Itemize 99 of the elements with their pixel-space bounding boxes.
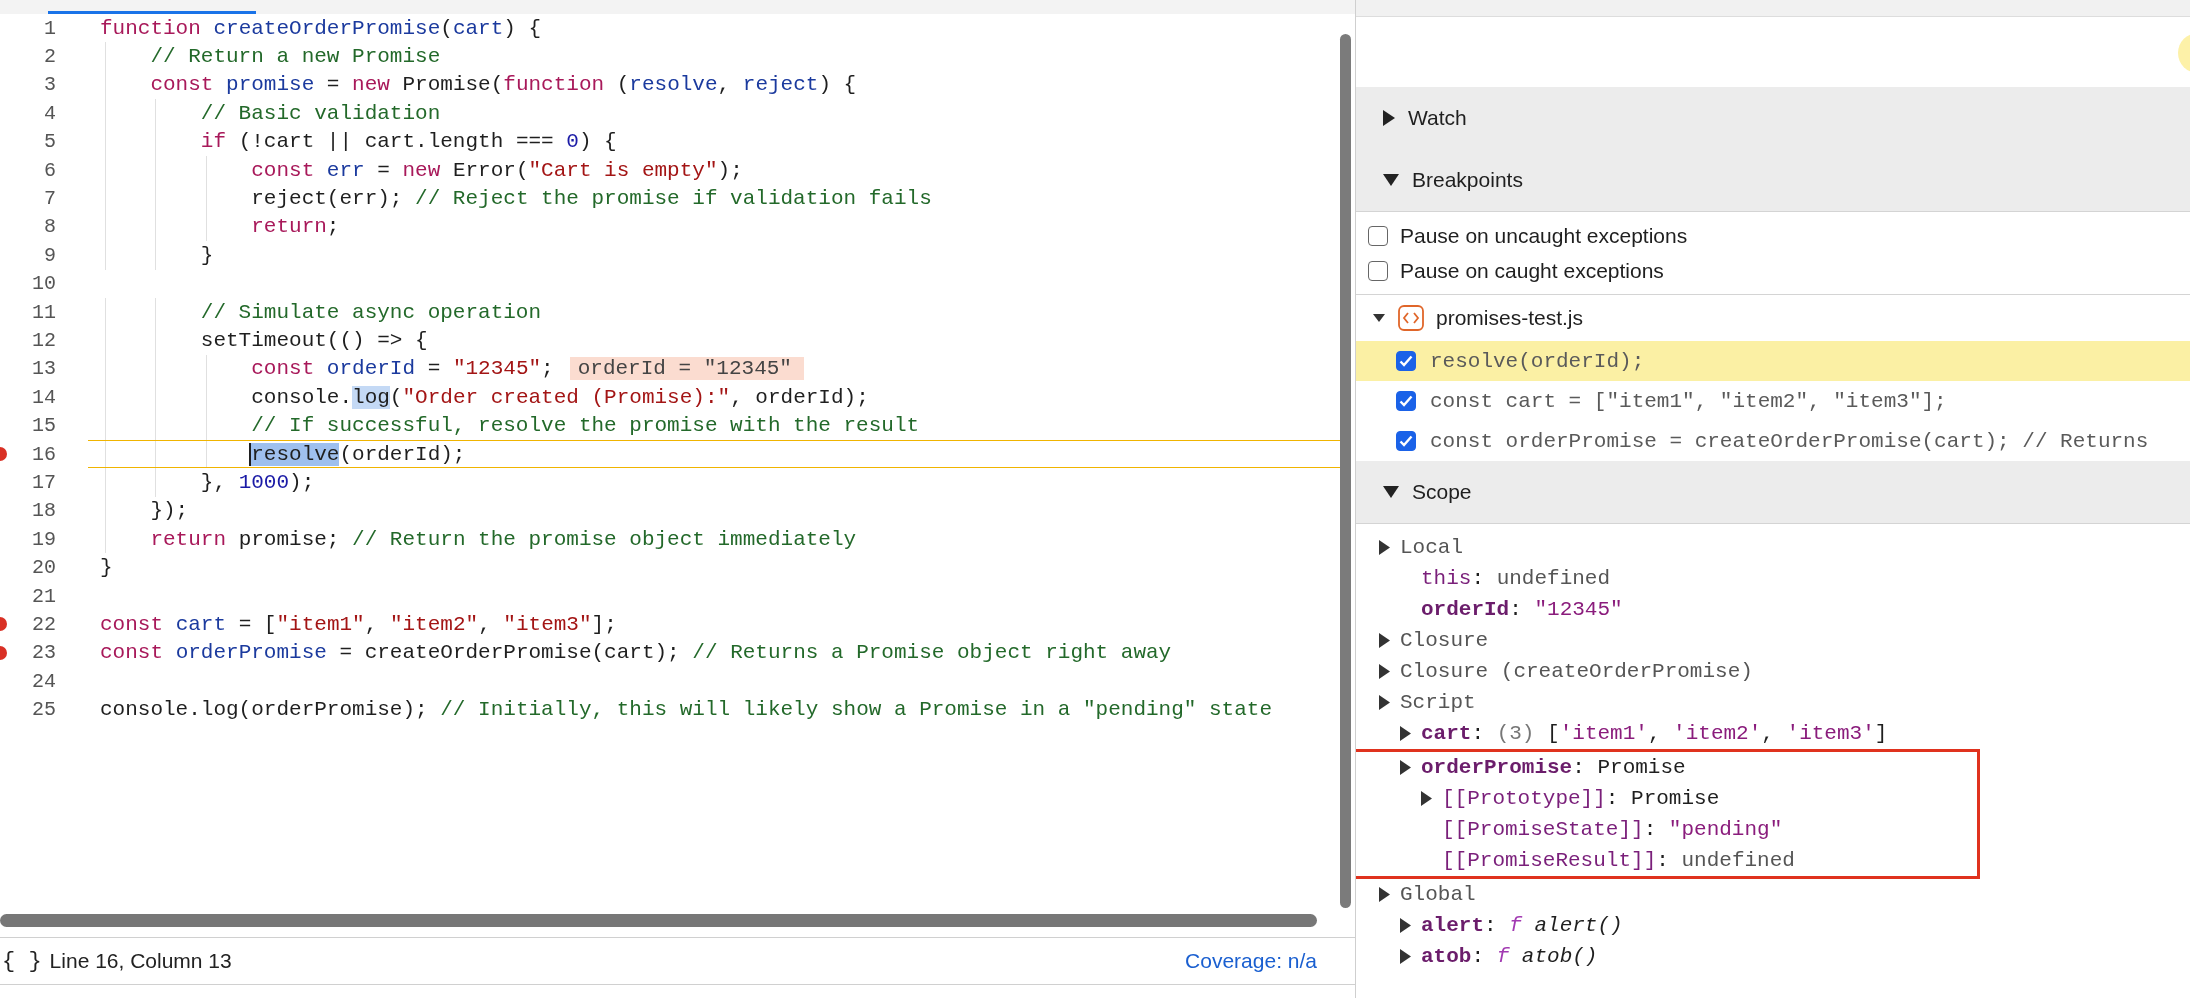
code-line: }	[199, 243, 214, 267]
line-number[interactable]: 20	[32, 556, 56, 580]
scope-entry[interactable]: orderPromise: Promise	[1421, 756, 1686, 779]
expand-triangle-icon[interactable]	[1378, 694, 1391, 711]
code-line: if (!cart || cart.length === 0) {	[199, 130, 617, 154]
script-file-icon	[1398, 305, 1424, 331]
file-name[interactable]: promises-test.js	[1436, 306, 1584, 330]
code-line: return;	[250, 215, 340, 239]
scope-entry[interactable]: orderId: "12345"	[1421, 598, 1623, 621]
coverage-link[interactable]: Coverage: n/a	[1185, 949, 1317, 973]
line-number[interactable]: 16	[32, 442, 56, 466]
code-line: const promise = new Promise(function (resolve, reject) {	[149, 73, 857, 97]
code-line: console.log(orderPromise); // Initially, this will likely show a Promise in a "pending" state	[100, 698, 1272, 722]
checkbox-label[interactable]: Pause on caught exceptions	[1400, 258, 1664, 283]
section-header[interactable]: Breakpoints	[1356, 149, 2190, 212]
collapse-triangle-icon[interactable]	[1372, 313, 1386, 323]
line-number[interactable]: 18	[32, 499, 56, 523]
code-line: }, 1000);	[199, 470, 315, 494]
code-line: // If successful, resolve the promise with the result	[250, 414, 920, 438]
code-line: return promise; // Return the promise object immediately	[149, 527, 857, 551]
inline-value: orderId = "12345"	[569, 357, 804, 381]
section-header[interactable]: Watch	[1356, 87, 2190, 149]
code-line: // Basic validation	[199, 101, 441, 125]
code-line: // Return a new Promise	[149, 45, 441, 69]
line-number[interactable]: 9	[44, 243, 56, 267]
checkbox-label[interactable]: Pause on uncaught exceptions	[1400, 223, 1688, 248]
expand-triangle-icon[interactable]	[1378, 632, 1391, 649]
breakpoint-code: const cart = ["item1", "item2", "item3"];	[1430, 389, 1947, 413]
expand-triangle-icon[interactable]	[1399, 917, 1412, 934]
expand-triangle-icon[interactable]	[1399, 759, 1412, 776]
code-line: const err = new Error("Cart is empty");	[250, 158, 743, 182]
line-number[interactable]: 12	[32, 329, 56, 352]
line-number[interactable]: 14	[32, 385, 56, 409]
line-number[interactable]: 3	[44, 73, 56, 97]
expand-triangle-icon[interactable]	[1378, 663, 1391, 680]
line-number[interactable]: 22	[32, 612, 56, 636]
code-line: const orderPromise = createOrderPromise(cart); // Returns a Promise object right away	[100, 641, 1172, 665]
code-line: console.log("Order created (Promise):", orderId);	[250, 385, 869, 409]
scope-entry[interactable]: [[PromiseResult]]: undefined	[1442, 849, 1795, 872]
scope-entry[interactable]: Closure (createOrderPromise)	[1400, 660, 1753, 683]
section-title: Scope	[1412, 480, 1472, 504]
scope-entry[interactable]: Closure	[1400, 629, 1489, 652]
scope-entry[interactable]: alert: f alert()	[1421, 914, 1623, 937]
line-number[interactable]: 6	[44, 158, 56, 182]
expand-triangle-icon[interactable]	[1378, 539, 1391, 556]
line-number[interactable]: 24	[32, 669, 56, 693]
line-number[interactable]: 1	[44, 16, 56, 40]
breakpoint-code: const orderPromise = createOrderPromise(cart); // Returns	[1430, 429, 2149, 453]
line-number[interactable]: 7	[44, 187, 56, 211]
scope-entry[interactable]: atob: f atob()	[1421, 945, 1598, 968]
code-line: resolve(orderId);	[250, 442, 466, 466]
expand-triangle-icon[interactable]	[1399, 948, 1412, 965]
vertical-scrollbar[interactable]	[1340, 34, 1351, 908]
line-number[interactable]: 2	[44, 45, 56, 69]
code-line: reject(err); // Reject the promise if validation fails	[250, 187, 932, 211]
code-line: }	[100, 556, 113, 580]
scope-entry[interactable]: Script	[1400, 691, 1476, 714]
checkbox[interactable]	[1396, 351, 1416, 371]
line-number[interactable]: 15	[32, 414, 56, 438]
horizontal-scrollbar[interactable]	[0, 914, 1317, 927]
code-line: const cart = ["item1", "item2", "item3"];	[100, 612, 617, 636]
expand-triangle-icon[interactable]	[1399, 725, 1412, 742]
expand-triangle-icon[interactable]	[1420, 790, 1433, 807]
line-number[interactable]: 19	[32, 527, 56, 551]
code-line: setTimeout(() => {	[199, 329, 428, 352]
line-number[interactable]: 10	[32, 272, 56, 296]
section-header[interactable]: Scope	[1356, 461, 2190, 524]
scope-entry[interactable]: cart: (3) ['item1', 'item2', 'item3']	[1421, 722, 1888, 745]
breakpoint-code: resolve(orderId);	[1430, 349, 1645, 373]
scope-entry[interactable]: Local	[1400, 536, 1463, 559]
breakpoint-item[interactable]: resolve(orderId);	[1356, 341, 2190, 381]
checkbox[interactable]	[1396, 431, 1416, 451]
breakpoint-item[interactable]: const cart = ["item1", "item2", "item3"];	[1356, 381, 2190, 421]
checkbox[interactable]	[1396, 391, 1416, 411]
scope-entry[interactable]: [[PromiseState]]: "pending"	[1442, 818, 1783, 841]
line-number[interactable]: 8	[44, 215, 56, 239]
pretty-print-button[interactable]: { }	[2, 948, 42, 974]
code-line: function createOrderPromise(cart) {	[100, 16, 542, 40]
section-title: Watch	[1408, 106, 1467, 130]
section-title: Breakpoints	[1412, 168, 1523, 192]
line-number[interactable]: 4	[44, 101, 56, 125]
checkbox[interactable]	[1368, 225, 1388, 246]
line-number[interactable]: 11	[32, 300, 56, 324]
breakpoint-item[interactable]: const orderPromise = createOrderPromise(cart); // Returns	[1356, 421, 2190, 461]
line-number[interactable]: 13	[32, 357, 56, 381]
checkbox[interactable]	[1368, 260, 1388, 281]
scope-entry[interactable]: [[Prototype]]: Promise	[1442, 787, 1720, 810]
expand-triangle-icon[interactable]	[1378, 886, 1391, 903]
line-number[interactable]: 25	[32, 698, 56, 722]
code-line: // Simulate async operation	[199, 300, 542, 324]
line-number[interactable]: 17	[32, 470, 56, 494]
line-number[interactable]: 5	[44, 130, 56, 154]
line-number[interactable]: 21	[32, 584, 56, 608]
line-number[interactable]: 23	[32, 641, 56, 665]
code-line: });	[149, 499, 189, 523]
scope-entry[interactable]: Global	[1400, 883, 1476, 906]
cursor-position: Line 16, Column 13	[49, 949, 232, 973]
scope-entry[interactable]: this: undefined	[1421, 567, 1611, 590]
code-line: const orderId = "12345";	[250, 357, 554, 381]
